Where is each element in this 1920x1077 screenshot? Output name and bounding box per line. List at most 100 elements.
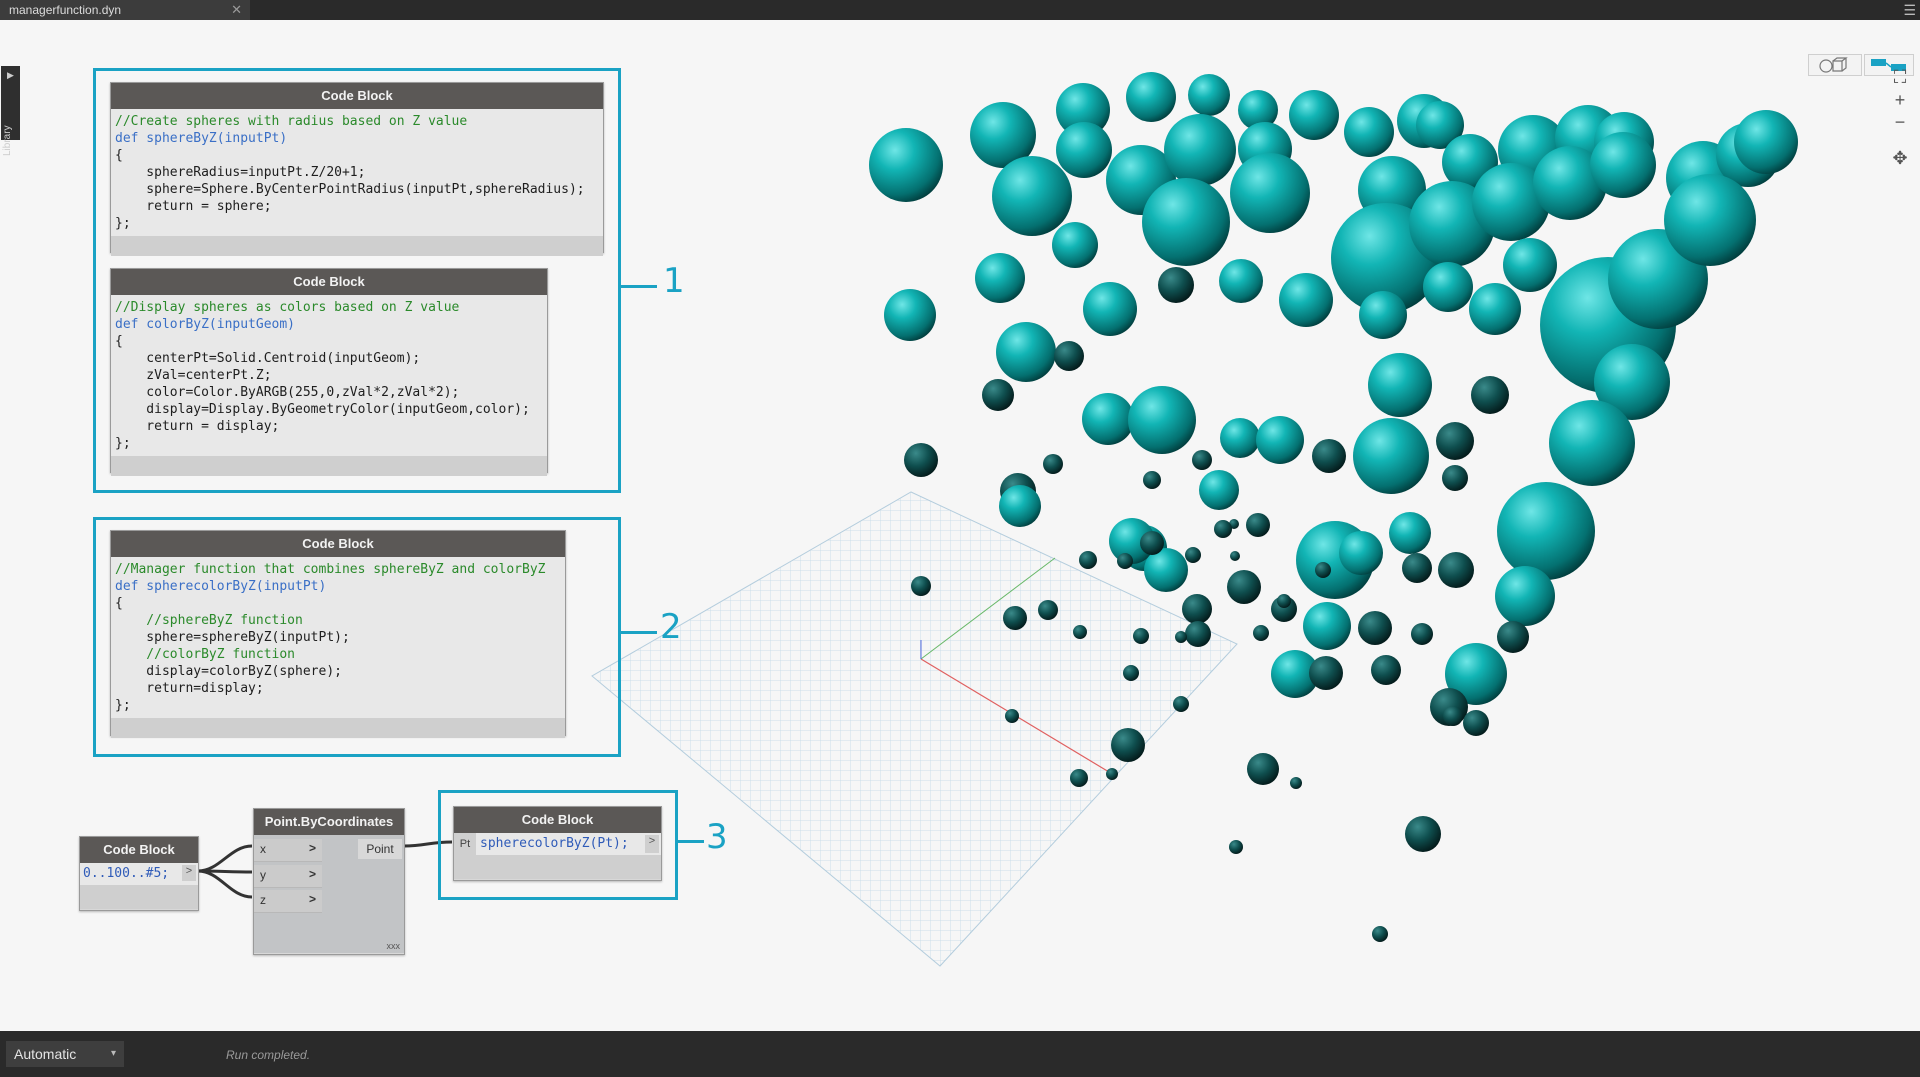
code-block-sphere-by-z[interactable]: Code Block //Create spheres with radius … (110, 82, 604, 256)
run-mode-value: Automatic (14, 1046, 77, 1062)
sphere (1229, 840, 1243, 854)
range-code: 0..100..#5; (83, 866, 170, 881)
sphere (1253, 625, 1269, 641)
code-editor[interactable]: //Display spheres as colors based on Z v… (111, 295, 547, 456)
node-footer (111, 236, 603, 256)
node-footer (454, 855, 661, 879)
sphere (1309, 656, 1343, 690)
point-by-coordinates-node[interactable]: Point.ByCoordinates x > y > z > Point xxx (253, 808, 405, 955)
run-mode-dropdown[interactable]: Automatic ▾ (6, 1041, 124, 1067)
sphere (1173, 696, 1189, 712)
sphere (1246, 513, 1270, 537)
sphere (1256, 416, 1304, 464)
sphere (1503, 238, 1557, 292)
code-editor[interactable]: //Create spheres with radius based on Z … (111, 109, 603, 236)
sphere (1070, 769, 1088, 787)
output-port-point[interactable]: Point (358, 839, 402, 859)
sphere (1353, 418, 1429, 494)
call-code[interactable]: spherecolorByZ(Pt); (480, 836, 629, 851)
sphere (1372, 926, 1388, 942)
file-tab[interactable]: managerfunction.dyn ✕ (0, 0, 250, 20)
sphere (1443, 706, 1463, 726)
code-line: return=display; (115, 681, 264, 696)
callout-line-1 (619, 285, 657, 288)
close-icon[interactable]: ✕ (231, 0, 242, 20)
callout-line-3 (676, 840, 704, 843)
sphere (1471, 376, 1509, 414)
code-editor[interactable]: 0..100..#5; > (80, 863, 198, 885)
sphere (1143, 471, 1161, 489)
sphere (982, 379, 1014, 411)
sphere (1312, 439, 1346, 473)
menu-icon[interactable]: ☰ (1903, 2, 1916, 19)
sphere (884, 289, 936, 341)
code-block-range[interactable]: Code Block 0..100..#5; > (79, 836, 199, 911)
sphere (1344, 107, 1394, 157)
library-tab[interactable]: ▶ Library (1, 66, 20, 156)
code-block-color-by-z[interactable]: Code Block //Display spheres as colors b… (110, 268, 548, 476)
background-preview-toggle[interactable] (1808, 54, 1862, 76)
code-line: sphere=Sphere.ByCenterPointRadius(inputP… (115, 182, 585, 197)
sphere (1054, 341, 1084, 371)
sphere (1117, 553, 1133, 569)
sphere (911, 576, 931, 596)
sphere (1358, 611, 1392, 645)
code-editor[interactable]: //Manager function that combines sphereB… (111, 557, 565, 718)
node-title: Code Block (111, 83, 603, 109)
zoom-fit-icon[interactable]: ⛶ (1888, 66, 1912, 88)
chevron-right-icon: > (308, 867, 316, 881)
input-port-pt[interactable]: Pt (454, 833, 476, 855)
sphere (1303, 602, 1351, 650)
sphere (1436, 422, 1474, 460)
sphere (1158, 267, 1194, 303)
sphere (1192, 450, 1212, 470)
callout-number-2: 2 (660, 607, 682, 647)
input-port-z[interactable]: z > (254, 890, 322, 913)
sphere (999, 485, 1041, 527)
sphere (1423, 262, 1473, 312)
workspace-canvas[interactable]: ⛶ + − ✥ ▶ Library 1 2 3 Code Block //Cre… (0, 20, 1920, 1031)
sphere (1185, 547, 1201, 563)
code-block-spherecolor-by-z[interactable]: Code Block //Manager function that combi… (110, 530, 566, 738)
sphere (1185, 621, 1211, 647)
sphere (1315, 562, 1331, 578)
input-port-x[interactable]: x > (254, 839, 322, 862)
code-line: return = sphere; (115, 199, 272, 214)
code-block-call[interactable]: Code Block Pt spherecolorByZ(Pt); > (453, 806, 662, 881)
node-footer (111, 456, 547, 476)
node-title: Point.ByCoordinates (254, 809, 404, 835)
sphere (1289, 90, 1339, 140)
sphere (1371, 655, 1401, 685)
pan-icon[interactable]: ✥ (1888, 147, 1912, 169)
code-line: def spherecolorByZ(inputPt) (115, 579, 327, 594)
sphere (1082, 393, 1134, 445)
sphere (1219, 259, 1263, 303)
output-port[interactable]: > (182, 865, 196, 881)
sphere (1411, 623, 1433, 645)
output-port[interactable]: > (645, 835, 659, 853)
code-line: zVal=centerPt.Z; (115, 368, 272, 383)
zoom-out-icon[interactable]: − (1888, 111, 1912, 133)
sphere (1123, 665, 1139, 681)
sphere (1549, 400, 1635, 486)
sphere (1389, 512, 1431, 554)
code-line: }; (115, 698, 131, 713)
sphere (1463, 710, 1489, 736)
input-port-y[interactable]: y > (254, 865, 322, 888)
sphere (1133, 628, 1149, 644)
sphere (1227, 570, 1261, 604)
sphere (1220, 418, 1260, 458)
zoom-in-icon[interactable]: + (1888, 89, 1912, 111)
chevron-down-icon: ▾ (110, 1048, 116, 1059)
sphere (1056, 122, 1112, 178)
lacing-indicator[interactable]: xxx (387, 941, 401, 951)
sphere (1339, 531, 1383, 575)
status-bar: Automatic ▾ Run completed. (0, 1031, 1920, 1077)
sphere (1126, 72, 1176, 122)
node-footer (111, 718, 565, 738)
code-line: { (115, 334, 123, 349)
sphere (1199, 470, 1239, 510)
sphere (1469, 283, 1521, 335)
callout-number-3: 3 (706, 817, 728, 857)
sphere (975, 253, 1025, 303)
